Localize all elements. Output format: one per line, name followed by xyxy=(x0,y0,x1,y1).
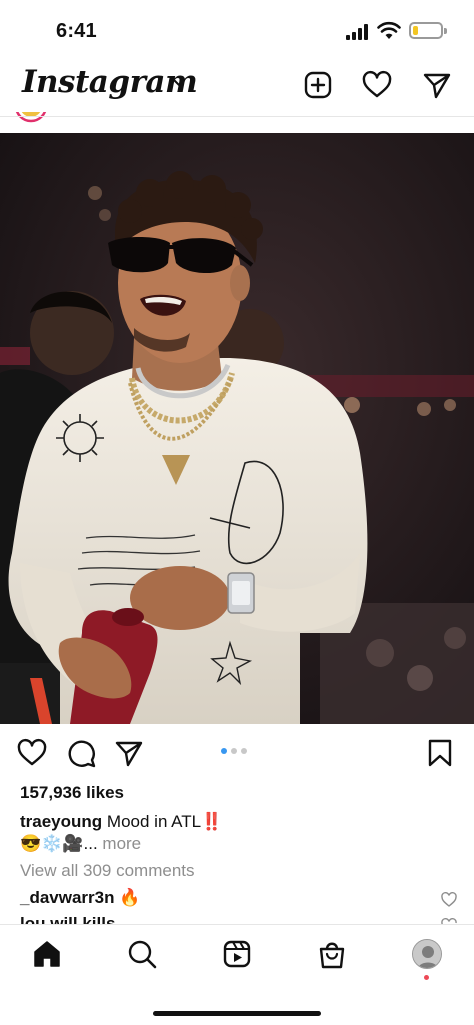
caption-username[interactable]: traeyoung xyxy=(20,812,102,831)
heart-icon[interactable] xyxy=(362,70,392,100)
more-link[interactable]: more xyxy=(102,834,141,853)
likes-count[interactable]: 157,936 likes xyxy=(20,783,124,803)
caption-text: Mood in ATL‼️ xyxy=(106,812,223,831)
like-icon[interactable] xyxy=(17,738,47,768)
story-avatar-icon[interactable] xyxy=(14,112,48,124)
header-divider xyxy=(0,116,474,117)
home-icon[interactable] xyxy=(32,939,62,969)
caption-continued: 😎❄️🎥... more xyxy=(20,833,141,855)
status-bar: 6:41 xyxy=(0,0,474,60)
comment-username[interactable]: _davwarr3n xyxy=(20,888,115,907)
comment-like-icon[interactable] xyxy=(441,892,457,907)
post-caption: traeyoung Mood in ATL‼️ xyxy=(20,811,440,833)
app-header: Instagram xyxy=(0,60,474,116)
save-icon[interactable] xyxy=(425,738,455,768)
search-icon[interactable] xyxy=(127,939,157,969)
instagram-logo[interactable]: Instagram xyxy=(22,64,198,100)
reels-icon[interactable] xyxy=(222,939,252,969)
battery-icon xyxy=(409,22,443,39)
comment-text: 🔥 xyxy=(119,888,141,907)
direct-message-icon[interactable] xyxy=(422,70,452,100)
post-photo-illustration xyxy=(0,133,474,724)
bottom-tab-bar xyxy=(0,924,474,1025)
caption-emojis: 😎❄️🎥... xyxy=(20,834,98,853)
share-icon[interactable] xyxy=(114,738,144,768)
view-all-comments-link[interactable]: View all 309 comments xyxy=(20,861,195,881)
shop-icon[interactable] xyxy=(317,939,347,969)
battery-fill xyxy=(413,26,419,35)
carousel-dot-active xyxy=(221,748,227,754)
new-post-icon[interactable] xyxy=(303,70,333,100)
status-time: 6:41 xyxy=(56,20,97,42)
comment-username[interactable]: lou.will.kills xyxy=(20,914,115,924)
wifi-icon xyxy=(377,21,401,39)
post-action-bar xyxy=(0,724,474,784)
profile-avatar-icon xyxy=(413,940,441,968)
profile-avatar[interactable] xyxy=(412,939,442,969)
carousel-dot xyxy=(231,748,237,754)
home-indicator xyxy=(153,1011,321,1016)
comment-icon[interactable] xyxy=(66,738,96,768)
post-photo[interactable] xyxy=(0,133,474,724)
carousel-dot xyxy=(241,748,247,754)
chevron-down-icon[interactable] xyxy=(172,78,186,88)
cellular-signal-icon xyxy=(346,24,372,40)
comment-row: _davwarr3n 🔥 xyxy=(20,888,140,908)
notification-dot xyxy=(424,975,429,980)
battery-tip xyxy=(444,28,447,34)
carousel-indicator xyxy=(221,748,247,756)
comment-row-partial: lou.will.kills xyxy=(20,914,115,924)
